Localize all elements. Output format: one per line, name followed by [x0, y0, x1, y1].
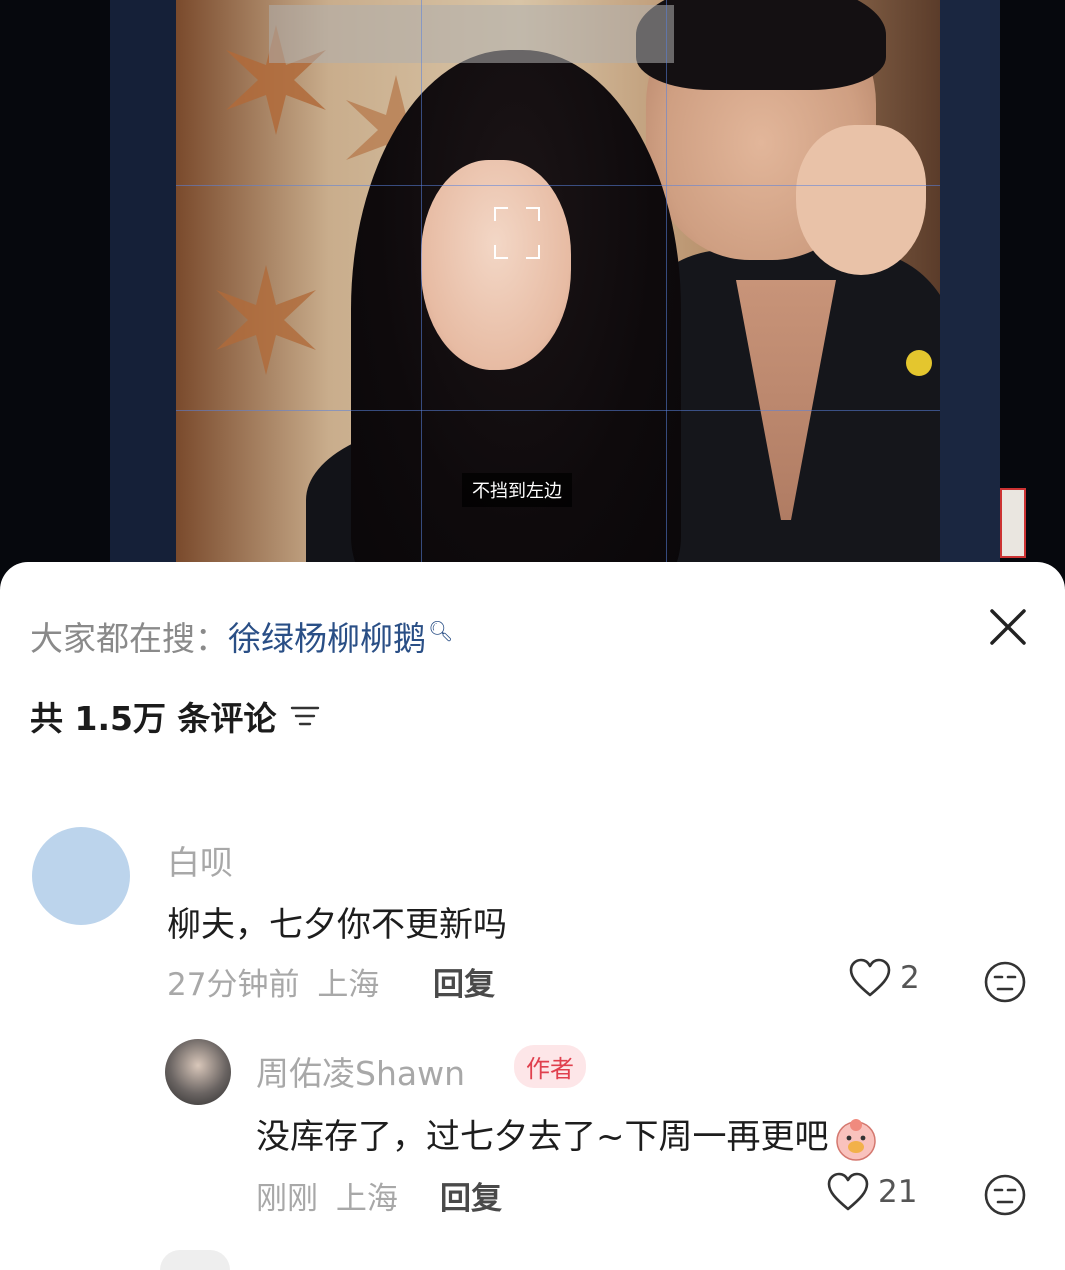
- reply-button[interactable]: 回复: [433, 959, 495, 1004]
- video-player[interactable]: 不挡到左边: [0, 0, 1065, 600]
- focus-frame-icon: [494, 207, 540, 259]
- avatar[interactable]: [165, 1039, 231, 1105]
- comment-location: 上海: [335, 1181, 398, 1217]
- avatar[interactable]: [32, 827, 130, 925]
- blurred-overlay: [269, 5, 674, 63]
- like-button[interactable]: 21: [826, 1172, 917, 1212]
- comment-text-row: 没库存了，过七夕去了~下周一再更吧: [256, 1109, 879, 1162]
- tile-star-decoration: [216, 265, 316, 375]
- sort-filter-icon[interactable]: [290, 703, 320, 729]
- comment-sheet: 大家都在搜：徐绿杨柳柳鹅 🔍︎ 共 1.5万 条评论 白呗 柳夫，七夕你不更新吗 …: [0, 562, 1065, 1270]
- like-count: 21: [878, 1174, 918, 1210]
- comment-location: 上海: [317, 967, 380, 1003]
- grid-line: [421, 0, 422, 565]
- comment-username[interactable]: 周佑凌Shawn: [256, 1047, 465, 1095]
- close-icon[interactable]: [985, 604, 1031, 650]
- author-badge: 作者: [514, 1045, 586, 1088]
- emoji-reaction-icon[interactable]: [983, 960, 1027, 1004]
- chick-sticker-icon: [835, 1118, 876, 1161]
- trending-search-term[interactable]: 徐绿杨柳柳鹅: [228, 619, 426, 658]
- avatar[interactable]: [160, 1250, 230, 1270]
- like-count: 2: [900, 960, 920, 996]
- pendant-icon: [906, 350, 932, 376]
- comment-count-header: 共 1.5万 条评论: [30, 692, 320, 740]
- comment-time: 27分钟前: [167, 967, 300, 1003]
- screen-bezel-right: [940, 0, 1000, 565]
- comment-time: 刚刚: [256, 1181, 318, 1217]
- grid-line: [176, 185, 940, 186]
- comment-meta: 刚刚 上海: [256, 1173, 398, 1218]
- comment-meta: 27分钟前 上海: [167, 959, 379, 1004]
- trending-search[interactable]: 大家都在搜：徐绿杨柳柳鹅 🔍︎: [30, 612, 453, 660]
- woman-figure-face: [421, 160, 571, 370]
- trending-search-prefix: 大家都在搜：: [30, 619, 228, 658]
- grid-line: [666, 0, 667, 565]
- comment-text[interactable]: 柳夫，七夕你不更新吗: [167, 897, 507, 946]
- search-icon: 🔍︎: [428, 619, 454, 643]
- notice-sticker: [1000, 488, 1026, 558]
- reply-button[interactable]: 回复: [440, 1173, 502, 1218]
- heart-icon: [827, 1172, 869, 1211]
- like-button[interactable]: 2: [848, 958, 920, 998]
- video-caption: 不挡到左边: [462, 473, 572, 507]
- comment-text[interactable]: 没库存了，过七夕去了~下周一再更吧: [256, 1117, 829, 1157]
- emoji-reaction-icon[interactable]: [983, 1173, 1027, 1217]
- heart-icon: [849, 958, 891, 997]
- grid-line: [176, 410, 940, 411]
- comment-count-label: 共 1.5万 条评论: [30, 699, 277, 738]
- screen-bezel-left: [110, 0, 176, 565]
- man-hand: [796, 125, 926, 275]
- comment-username[interactable]: 白呗: [167, 836, 233, 884]
